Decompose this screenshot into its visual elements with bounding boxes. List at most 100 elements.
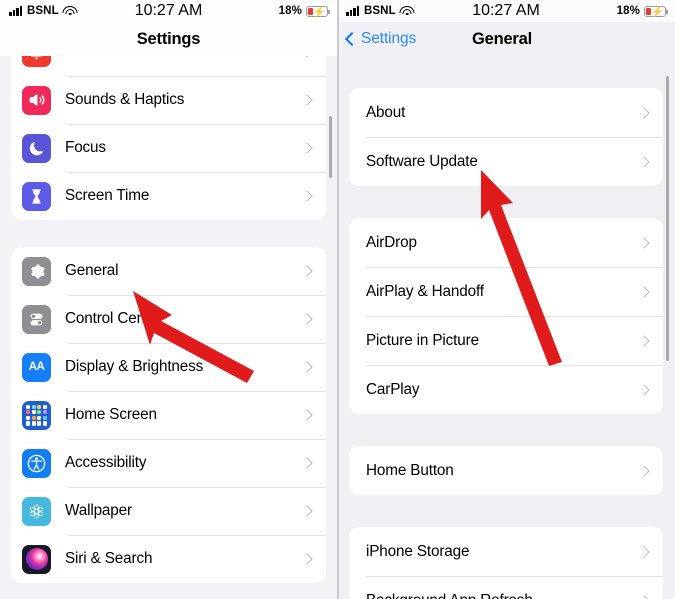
row-label: Home Button [366, 461, 454, 479]
general-row-home-button[interactable]: Home Button [349, 446, 663, 495]
settings-row-accessibility[interactable]: Accessibility [11, 439, 326, 487]
row-label: Accessibility [65, 454, 147, 471]
status-right-group: 18% ⚡ [616, 5, 669, 18]
flower-icon [22, 496, 51, 526]
app-grid-icon [22, 400, 51, 430]
chevron-right-icon [301, 190, 313, 202]
carrier-label: BSNL [27, 5, 59, 17]
status-left-group: BSNL [346, 5, 415, 17]
settings-row-wallpaper[interactable]: Wallpaper [11, 487, 326, 535]
speaker-wave-icon [22, 85, 51, 115]
wifi-icon [62, 6, 78, 16]
settings-scroll-area[interactable]: Notifications Sounds & Haptics [0, 56, 337, 599]
scrollbar-left[interactable] [329, 116, 332, 178]
chevron-right-icon [301, 505, 313, 517]
settings-row-siri-search[interactable]: Siri & Search [11, 535, 326, 583]
settings-row-focus[interactable]: Focus [11, 124, 326, 172]
settings-row-screen-time[interactable]: Screen Time [11, 172, 326, 220]
settings-group-notifications: Notifications Sounds & Haptics [11, 56, 326, 220]
chevron-right-icon [301, 553, 313, 565]
settings-row-control-centre[interactable]: Control Centre [11, 295, 326, 343]
chevron-right-icon [301, 457, 313, 469]
status-bar-right: BSNL 10:27 AM 18% ⚡ [337, 0, 675, 22]
chevron-right-icon [638, 383, 650, 396]
row-label: AirPlay & Handoff [366, 282, 484, 300]
moon-icon [22, 133, 51, 163]
general-row-airplay-handoff[interactable]: AirPlay & Handoff [349, 267, 663, 316]
chevron-right-icon [301, 409, 313, 421]
row-label: Display & Brightness [65, 358, 204, 375]
chevron-left-icon [344, 31, 360, 47]
chevron-right-icon [638, 236, 650, 249]
chevron-right-icon [638, 155, 650, 168]
chevron-right-icon [301, 313, 313, 325]
chevron-right-icon [638, 545, 650, 558]
carrier-label: BSNL [364, 5, 396, 17]
page-title-settings: Settings [136, 29, 201, 48]
status-bar-left: BSNL 10:27 AM 18% ⚡ [0, 0, 337, 22]
chevron-right-icon [638, 285, 650, 298]
row-label: General [65, 262, 119, 279]
chevron-right-icon [638, 106, 650, 119]
general-group-about: About Software Update [349, 88, 663, 186]
chevron-right-icon [301, 94, 313, 106]
row-label: Wallpaper [65, 502, 132, 519]
row-label: Software Update [366, 152, 478, 170]
chevron-right-icon [638, 594, 650, 599]
row-label: About [366, 103, 406, 121]
row-label: AirDrop [366, 233, 417, 251]
status-right-group: 18% ⚡ [279, 5, 331, 18]
wifi-icon [399, 6, 415, 16]
cellular-bars-icon [346, 6, 359, 16]
row-label: CarPlay [366, 380, 420, 398]
chevron-right-icon [638, 464, 650, 477]
chevron-right-icon [301, 265, 313, 277]
general-scroll-area[interactable]: About Software Update AirDrop AirPlay & [337, 56, 675, 599]
gear-icon [22, 256, 51, 286]
general-row-carplay[interactable]: CarPlay [349, 365, 663, 414]
general-group-airdrop: AirDrop AirPlay & Handoff Picture in Pic… [349, 218, 663, 414]
general-row-software-update[interactable]: Software Update [349, 137, 663, 186]
back-button-label: Settings [361, 30, 417, 47]
row-label: Screen Time [65, 187, 150, 204]
settings-row-home-screen[interactable]: Home Screen [11, 391, 326, 439]
row-label: Background App Refresh [366, 592, 640, 599]
chevron-right-icon [301, 142, 313, 154]
back-button-settings[interactable]: Settings [337, 30, 416, 48]
chevron-right-icon [301, 56, 313, 58]
general-row-picture-in-picture[interactable]: Picture in Picture [349, 316, 663, 365]
settings-row-notifications[interactable]: Notifications [11, 56, 326, 76]
status-left-group: BSNL [9, 5, 78, 17]
row-label: Picture in Picture [366, 331, 479, 349]
battery-charging-icon: ⚡ [306, 5, 331, 18]
general-row-about[interactable]: About [349, 88, 663, 137]
battery-percent-label: 18% [616, 5, 640, 17]
general-row-iphone-storage[interactable]: iPhone Storage [349, 527, 663, 576]
toggles-icon [22, 304, 51, 334]
row-label: Control Centre [65, 310, 163, 327]
accessibility-icon [22, 448, 51, 478]
row-label: Siri & Search [65, 550, 153, 567]
chevron-right-icon [301, 361, 313, 373]
nav-bar-left: Settings [0, 22, 337, 56]
settings-row-display-brightness[interactable]: AA Display & Brightness [11, 343, 326, 391]
hourglass-icon [22, 181, 51, 211]
row-label: Notifications [65, 56, 303, 61]
bell-icon [22, 56, 51, 67]
row-label: Home Screen [65, 406, 157, 423]
scrollbar-right[interactable] [666, 76, 669, 361]
dual-screenshot: BSNL 10:27 AM 18% ⚡ Settings Sounds & Ha… [0, 0, 675, 599]
general-group-home-button: Home Button [349, 446, 663, 495]
battery-charging-icon: ⚡ [644, 5, 669, 18]
settings-row-general[interactable]: General [11, 247, 326, 295]
siri-orb-icon [22, 544, 51, 574]
cellular-bars-icon [9, 6, 22, 16]
settings-row-sounds-haptics[interactable]: Sounds & Haptics [11, 76, 326, 124]
row-label: Focus [65, 139, 106, 156]
general-row-background-app-refresh[interactable]: Background App Refresh [349, 576, 663, 599]
general-panel: BSNL 10:27 AM 18% ⚡ Settings General Abo… [337, 0, 675, 599]
general-row-airdrop[interactable]: AirDrop [349, 218, 663, 267]
nav-bar-right: Settings General [337, 22, 675, 56]
settings-panel: BSNL 10:27 AM 18% ⚡ Settings Sounds & Ha… [0, 0, 337, 599]
chevron-right-icon [638, 334, 650, 347]
